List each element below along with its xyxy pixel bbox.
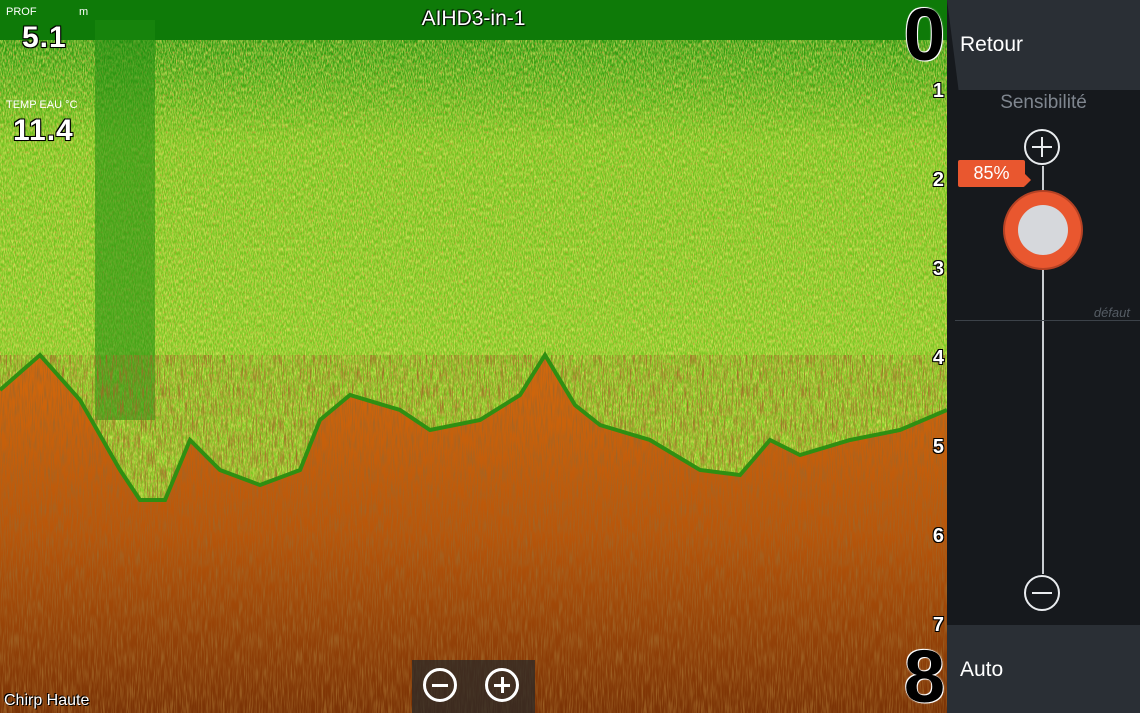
sensitivity-value-badge: 85%	[958, 160, 1031, 187]
depth-scale-top: 0	[903, 0, 945, 76]
depth-tick: 3	[932, 258, 944, 280]
sensitivity-title: Sensibilité	[1000, 92, 1087, 113]
sensitivity-slider-thumb[interactable]	[1005, 192, 1081, 268]
depth-tick: 5	[932, 436, 944, 458]
auto-button[interactable]: Auto	[947, 625, 1140, 713]
sonar-display[interactable]: PROF m 5.1 TEMP EAU °C 11.4 AIHD3-in-1 0…	[0, 0, 947, 713]
water-temp-label: TEMP EAU °C	[6, 99, 78, 111]
frequency-mode-label: Chirp Haute	[4, 692, 90, 709]
auto-button-label: Auto	[960, 658, 1004, 681]
depth-tick: 7	[932, 614, 944, 636]
default-marker-label: défaut	[1093, 305, 1130, 320]
zoom-out-icon[interactable]	[423, 668, 457, 702]
sensitivity-increase-icon[interactable]	[1024, 129, 1060, 165]
zoom-controls	[412, 660, 535, 713]
sensitivity-panel: Retour Sensibilité défaut 85% Auto	[947, 0, 1140, 713]
back-button[interactable]: Retour	[947, 0, 1140, 90]
sensitivity-decrease-icon[interactable]	[1024, 575, 1060, 611]
depth-tick: 4	[932, 347, 944, 369]
depth-tick: 2	[932, 169, 944, 191]
zoom-in-icon[interactable]	[485, 668, 519, 702]
sonar-screen: PROF m 5.1 TEMP EAU °C 11.4 AIHD3-in-1 0…	[0, 0, 1140, 713]
source-title: AIHD3-in-1	[421, 7, 526, 30]
depth-tick: 1	[932, 80, 944, 102]
depth-scale-bottom: 8	[903, 635, 945, 713]
water-temp-value: 11.4	[13, 114, 74, 147]
back-button-label: Retour	[960, 33, 1024, 56]
default-marker-line	[955, 320, 1140, 321]
depth-tick: 6	[932, 525, 944, 547]
sonar-echogram	[0, 0, 947, 713]
